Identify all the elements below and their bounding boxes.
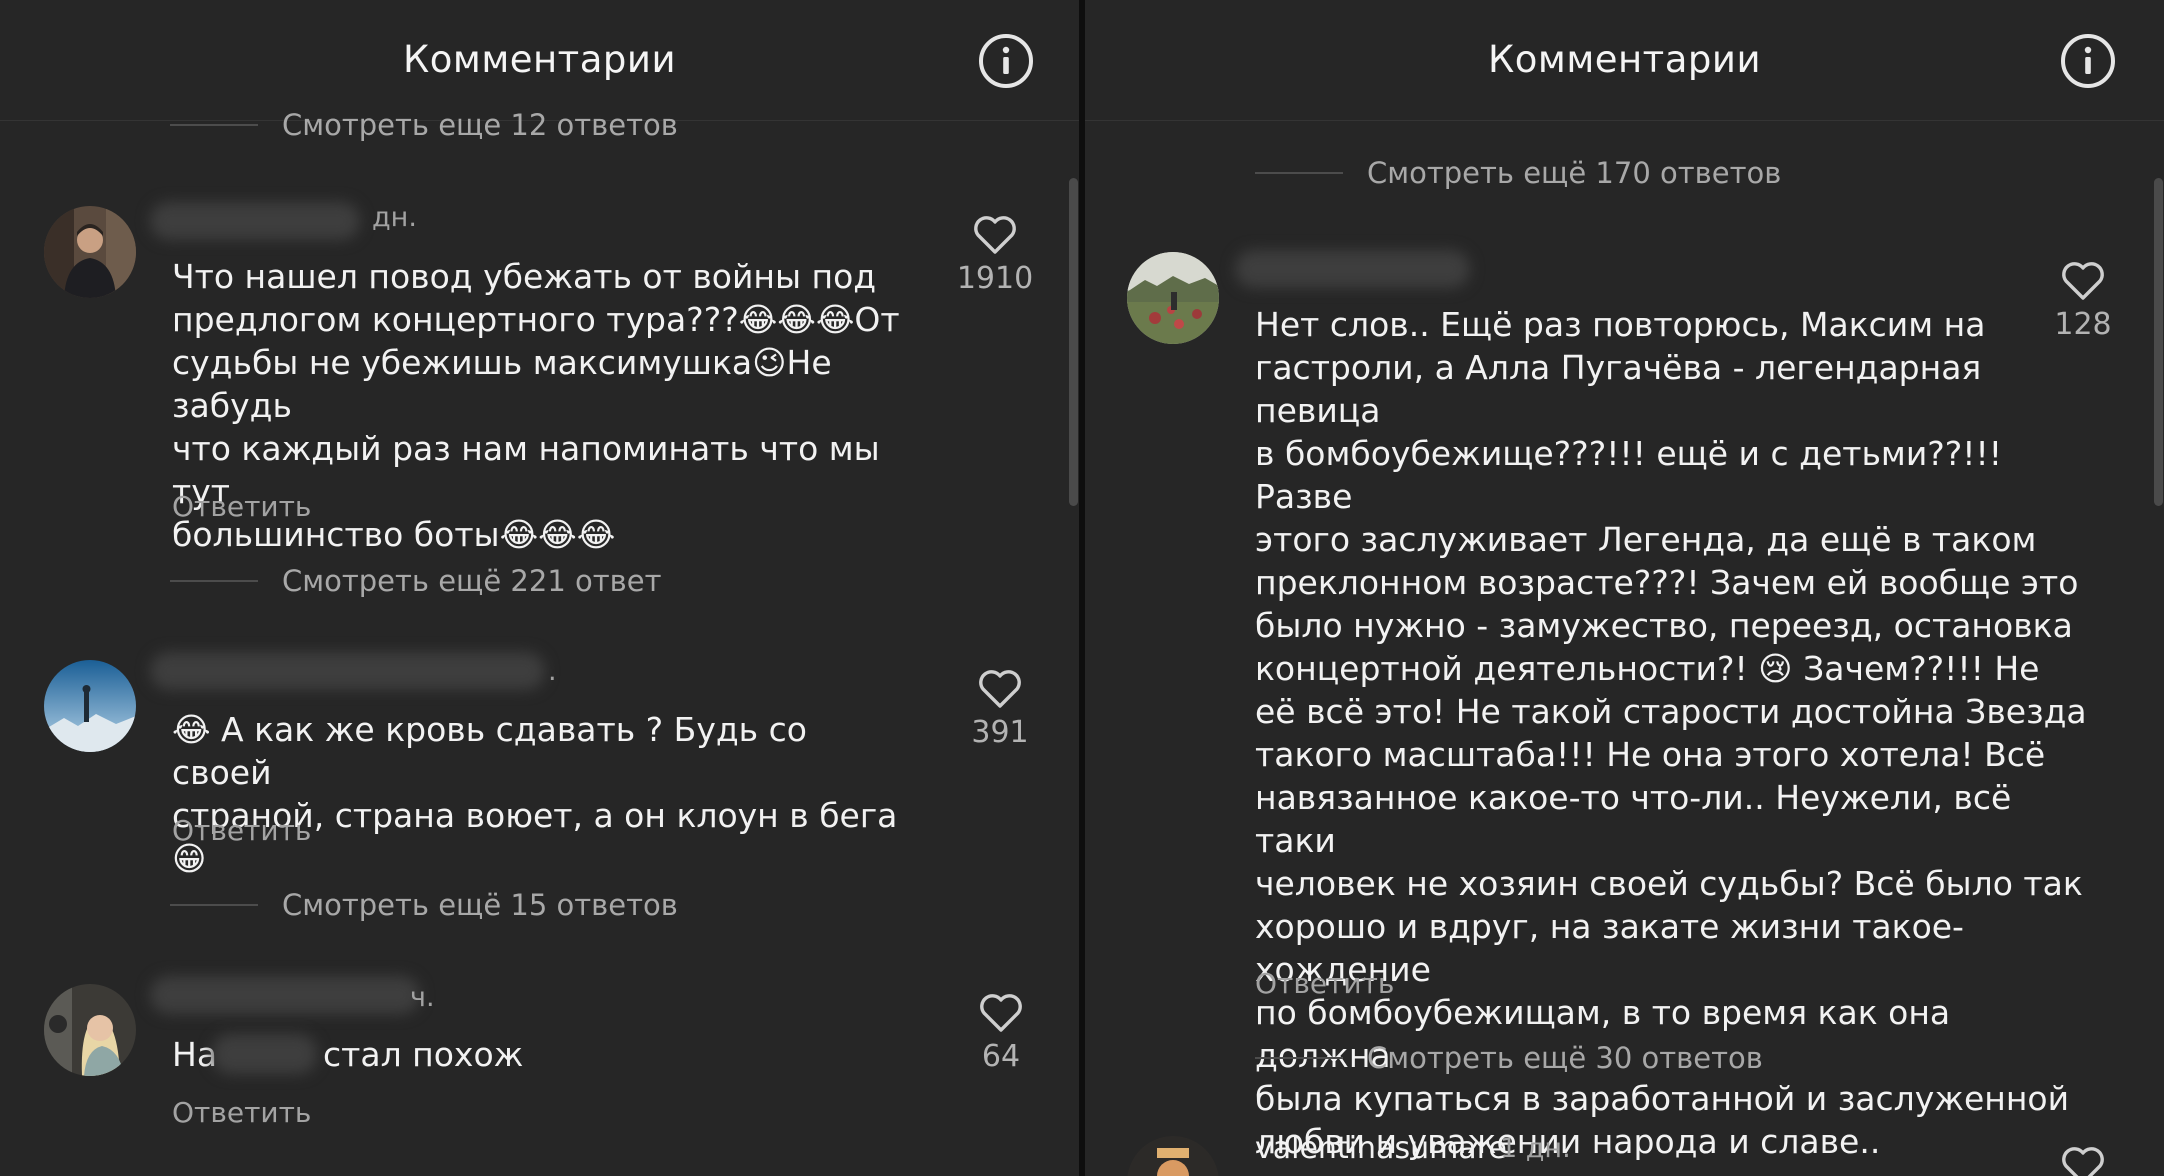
username-blurred [150,202,360,240]
divider [170,124,258,126]
scrollbar[interactable] [1069,178,1078,506]
view-more-replies[interactable]: Смотреть ещё 30 ответов [1255,1041,1763,1075]
comment-time: . [548,656,557,687]
like-count: 1910 [956,261,1034,296]
comment-time: дн. [372,202,417,233]
heart-icon [2062,1147,2104,1176]
comment-text: Нет слов.. Ещё раз повторюсь, Максим на … [1255,305,2087,1161]
page-title: Комментарии [1488,38,1761,81]
avatar[interactable] [44,206,136,298]
header: Комментарии [1085,0,2164,121]
like-button[interactable]: 64 [961,993,1041,1074]
header: Комментарии [0,0,1079,121]
view-more-replies[interactable]: Смотреть ещё 170 ответов [1255,156,1781,190]
reply-button[interactable]: Ответить [172,1096,311,1129]
heart-icon [974,216,1016,254]
avatar[interactable] [1127,1136,1219,1176]
view-more-replies[interactable]: Смотреть ещё 15 ответов [170,888,678,922]
like-count: 391 [971,715,1029,750]
comment-text-end: стал похож [323,1035,524,1074]
reply-button[interactable]: Ответить [172,490,311,523]
reply-button[interactable]: Ответить [1255,967,1394,1000]
comments-panel-left: Комментарии Смотреть еще 12 ответов дн. … [0,0,1079,1176]
avatar[interactable] [44,660,136,752]
scrollbar[interactable] [2154,178,2163,506]
view-more-replies[interactable]: Смотреть ещё 221 ответ [170,564,661,598]
divider [1255,172,1343,174]
username-blurred [150,976,420,1014]
like-count: 128 [2054,307,2112,342]
like-button[interactable]: 1910 [955,215,1035,296]
page-title: Комментарии [403,38,676,81]
comments-panel-right: Комментарии Смотреть ещё 170 ответов Нет… [1085,0,2164,1176]
username-blurred [1235,250,1470,288]
comment-text-start: На [172,1035,218,1074]
avatar[interactable] [1127,252,1219,344]
username[interactable]: valentinasumare [1255,1131,1507,1166]
like-count: 64 [981,1039,1021,1074]
view-more-replies[interactable]: Смотреть еще 12 ответов [170,108,678,142]
username-blurred [150,652,545,690]
comment-time: ч. [410,982,435,1013]
avatar[interactable] [44,984,136,1076]
heart-icon [2062,262,2104,300]
info-icon[interactable] [2060,33,2116,89]
divider [170,904,258,906]
heart-icon [980,994,1022,1032]
comment-text: 😂 А как же кровь сдавать ? Будь со своей… [172,710,898,878]
text-blurred [212,1034,317,1074]
comment-time: 1 дн. [1500,1133,1571,1164]
divider [1255,1057,1343,1059]
heart-icon [979,670,1021,708]
reply-button[interactable]: Ответить [172,814,311,847]
like-button[interactable]: 128 [2043,261,2123,342]
like-button[interactable]: 391 [960,669,1040,750]
divider [170,580,258,582]
like-button[interactable] [2043,1146,2123,1176]
info-icon[interactable] [978,33,1034,89]
